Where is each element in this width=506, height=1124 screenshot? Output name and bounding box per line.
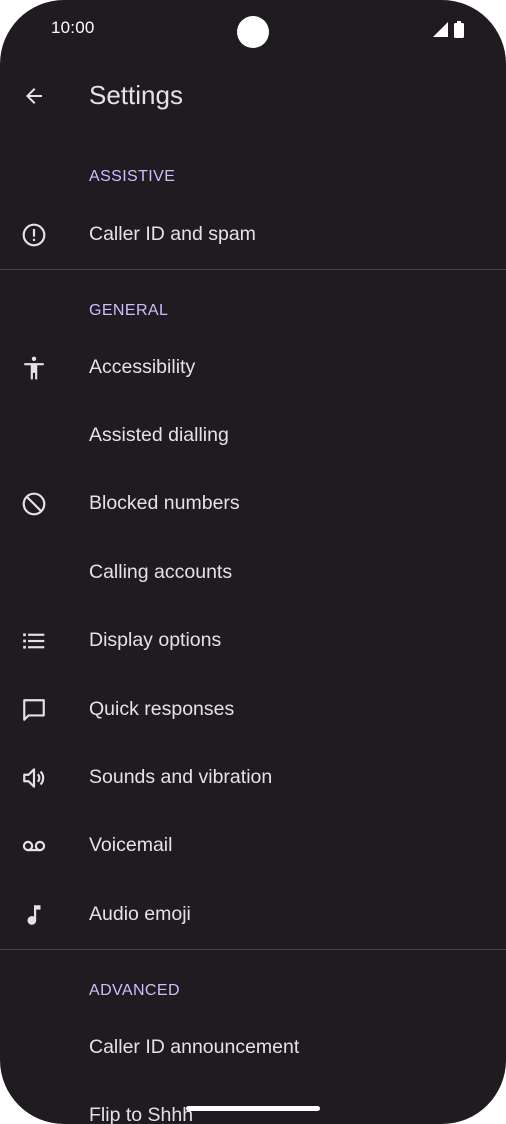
block-icon	[20, 490, 48, 518]
settings-item-flip-to-shhh[interactable]: Flip to Shhh	[0, 1085, 506, 1124]
front-camera	[237, 16, 269, 48]
signal-icon	[432, 21, 448, 37]
settings-item-calling-accounts[interactable]: Calling accounts	[0, 542, 506, 604]
battery-icon	[454, 20, 464, 38]
settings-item-voicemail[interactable]: Voicemail	[0, 815, 506, 877]
settings-item-label: Caller ID announcement	[89, 1036, 300, 1058]
back-button[interactable]	[10, 72, 58, 120]
section-header-advanced: ADVANCED	[89, 982, 180, 999]
voicemail-icon	[20, 832, 48, 860]
settings-item-accessibility[interactable]: Accessibility	[0, 337, 506, 399]
settings-item-display-options[interactable]: Display options	[0, 610, 506, 672]
settings-item-caller-id-and-spam[interactable]: Caller ID and spam	[0, 204, 506, 266]
music-note-icon	[20, 901, 48, 929]
section-divider	[0, 269, 506, 270]
app-bar: Settings	[0, 62, 506, 130]
gesture-nav-handle[interactable]	[186, 1106, 320, 1111]
status-time: 10:00	[51, 18, 95, 37]
volume-icon	[20, 764, 48, 792]
settings-item-label: Sounds and vibration	[89, 766, 273, 788]
settings-item-label: Assisted dialling	[89, 424, 229, 446]
settings-item-blocked-numbers[interactable]: Blocked numbers	[0, 473, 506, 535]
chat-bubble-icon	[20, 696, 48, 724]
arrow-back-icon	[22, 84, 46, 108]
settings-item-quick-responses[interactable]: Quick responses	[0, 679, 506, 741]
status-bar: 10:00	[0, 0, 506, 58]
settings-item-label: Display options	[89, 629, 222, 651]
settings-item-caller-id-announcement[interactable]: Caller ID announcement	[0, 1017, 506, 1079]
settings-item-assisted-dialling[interactable]: Assisted dialling	[0, 405, 506, 467]
settings-item-sounds-and-vibration[interactable]: Sounds and vibration	[0, 747, 506, 809]
settings-item-label: Quick responses	[89, 698, 235, 720]
settings-item-label: Accessibility	[89, 356, 196, 378]
settings-item-label: Caller ID and spam	[89, 223, 256, 245]
settings-item-audio-emoji[interactable]: Audio emoji	[0, 884, 506, 946]
phone-screen: 10:00 Settings ASSISTIVE Caller ID and s…	[0, 0, 506, 1124]
list-icon	[20, 627, 48, 655]
settings-item-label: Calling accounts	[89, 561, 233, 583]
section-divider	[0, 949, 506, 950]
settings-item-label: Audio emoji	[89, 903, 191, 925]
accessibility-icon	[20, 354, 48, 382]
settings-item-label: Voicemail	[89, 834, 173, 856]
alert-circle-icon	[20, 221, 48, 249]
section-header-general: GENERAL	[89, 302, 169, 319]
settings-item-label: Flip to Shhh	[89, 1104, 194, 1124]
settings-item-label: Blocked numbers	[89, 492, 240, 514]
section-header-assistive: ASSISTIVE	[89, 168, 176, 185]
status-icons	[432, 20, 464, 38]
page-title: Settings	[89, 80, 183, 110]
